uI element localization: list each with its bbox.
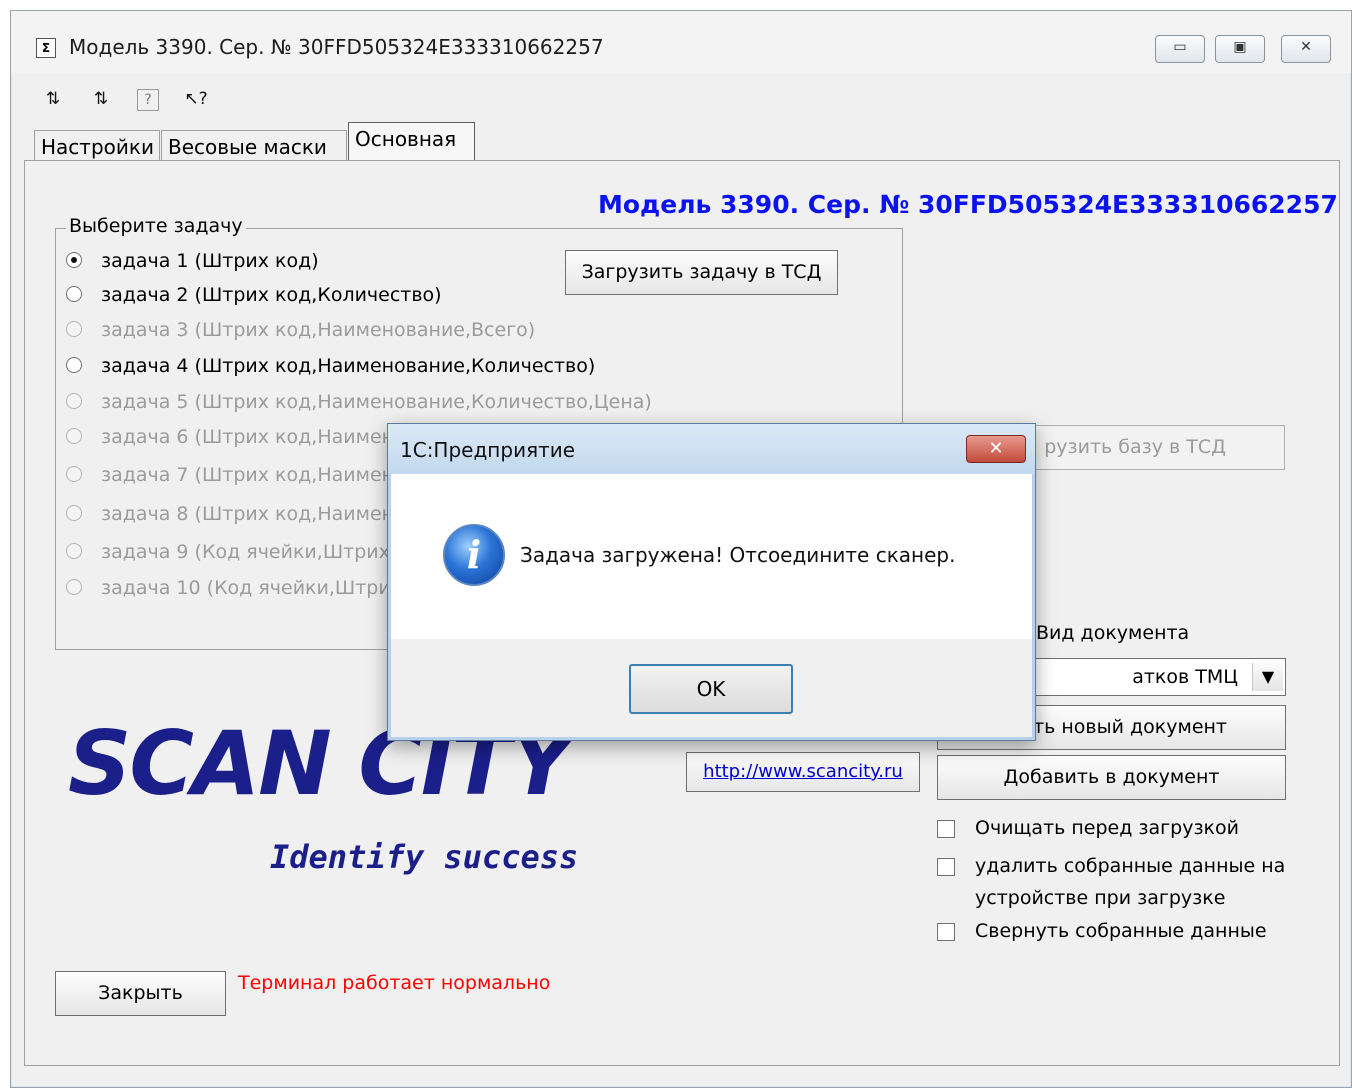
status-text: Терминал работает нормально <box>238 972 551 994</box>
maximize-icon: ▣ <box>1233 39 1247 55</box>
title-bar: Σ Модель 3390. Сер. № 30FFD505324E333310… <box>11 11 1351 73</box>
tab-weight-masks[interactable]: Весовые маски <box>161 130 347 162</box>
checkbox-label: Свернуть собранные данные <box>975 920 1267 942</box>
close-icon: ✕ <box>988 438 1004 459</box>
checkbox-icon <box>937 858 955 876</box>
dialog-message: Задача загружена! Отсоедините сканер. <box>520 543 956 567</box>
task-label: задача 1 (Штрих код) <box>101 250 319 272</box>
ok-button[interactable]: OK <box>629 664 793 714</box>
close-icon: ✕ <box>1300 39 1312 55</box>
tab-settings[interactable]: Настройки <box>34 130 160 162</box>
radio-icon <box>66 286 82 302</box>
task-label: задача 10 (Код ячейки,Штри <box>101 577 391 599</box>
minimize-button[interactable]: ▭ <box>1155 35 1205 63</box>
task-group-label: Выберите задачу <box>66 215 246 237</box>
app-icon: Σ <box>36 38 56 58</box>
tab-strip: Настройки Весовые маски Основная <box>24 122 1340 162</box>
radio-icon <box>66 428 82 444</box>
delete-data-on-load-checkbox[interactable]: удалить собранные данные на устройстве п… <box>937 850 1286 914</box>
context-help-icon[interactable]: ↖? <box>179 87 213 111</box>
slogan: Identify success <box>270 838 579 876</box>
task-label: задача 9 (Код ячейки,Штрих <box>101 541 390 563</box>
close-button[interactable]: Закрыть <box>55 971 226 1016</box>
clear-before-load-checkbox[interactable]: Очищать перед загрузкой <box>937 812 1286 844</box>
dialog-title-bar: 1С:Предприятие ✕ <box>388 424 1035 474</box>
checkbox-label: Очищать перед загрузкой <box>975 817 1239 839</box>
download-icon[interactable]: ⇅ <box>89 87 113 111</box>
maximize-button[interactable]: ▣ <box>1215 35 1265 63</box>
checkbox-icon <box>937 923 955 941</box>
radio-icon <box>66 252 82 268</box>
radio-icon <box>66 321 82 337</box>
task-label: задача 8 (Штрих код,Наимен <box>101 503 395 525</box>
message-dialog: 1С:Предприятие ✕ i Задача загружена! Отс… <box>387 423 1036 741</box>
info-icon: i <box>443 524 505 586</box>
checkbox-label: удалить собранные данные на <box>975 855 1286 877</box>
task-label: задача 2 (Штрих код,Количество) <box>101 284 442 306</box>
site-link-button[interactable]: http://www.scancity.ru <box>686 752 920 792</box>
close-window-button[interactable]: ✕ <box>1281 35 1331 63</box>
dialog-close-button[interactable]: ✕ <box>966 435 1026 463</box>
add-to-document-button[interactable]: Добавить в документ <box>937 755 1286 800</box>
chevron-down-icon[interactable]: ▼ <box>1252 663 1283 691</box>
radio-icon <box>66 579 82 595</box>
radio-icon <box>66 466 82 482</box>
toolbar: ⇅ ⇅ ? ↖? <box>11 79 411 119</box>
task-label: задача 6 (Штрих код,Наимен <box>101 426 395 448</box>
site-link[interactable]: http://www.scancity.ru <box>703 761 903 782</box>
radio-icon <box>66 357 82 373</box>
task-label: задача 5 (Штрих код,Наименование,Количес… <box>101 391 652 413</box>
dialog-title: 1С:Предприятие <box>400 438 576 462</box>
window-title: Модель 3390. Сер. № 30FFD505324E33331066… <box>69 35 604 59</box>
minimize-icon: ▭ <box>1173 39 1187 55</box>
collapse-data-checkbox[interactable]: Свернуть собранные данные <box>937 915 1286 947</box>
model-header: Модель 3390. Сер. № 30FFD505324E33331066… <box>598 190 1338 219</box>
tab-main[interactable]: Основная <box>348 122 475 162</box>
task-label: задача 3 (Штрих код,Наименование,Всего) <box>101 319 536 341</box>
radio-icon <box>66 543 82 559</box>
task-label: задача 4 (Штрих код,Наименование,Количес… <box>101 355 596 377</box>
upload-icon[interactable]: ⇅ <box>41 87 65 111</box>
checkbox-icon <box>937 820 955 838</box>
radio-icon <box>66 393 82 409</box>
checkbox-label-line2: устройстве при загрузке <box>975 887 1226 909</box>
doc-type-label: Вид документа <box>1036 622 1190 644</box>
help-icon[interactable]: ? <box>137 89 159 111</box>
load-task-button[interactable]: Загрузить задачу в ТСД <box>565 250 838 295</box>
radio-icon <box>66 505 82 521</box>
task-label: задача 7 (Штрих код,Наимен <box>101 464 395 486</box>
